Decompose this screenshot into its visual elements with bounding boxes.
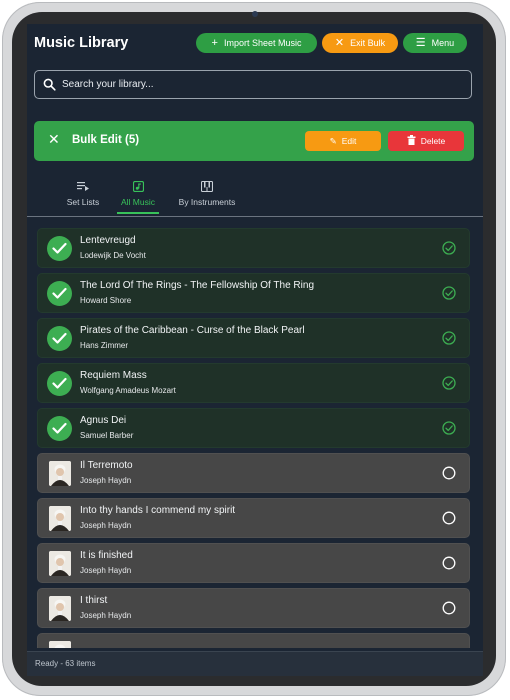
camera-dot xyxy=(252,11,258,17)
tab-by-instruments[interactable]: By Instruments xyxy=(173,171,241,217)
pencil-icon: ✎ xyxy=(329,135,337,146)
composer-portrait xyxy=(49,551,71,576)
active-tab-indicator xyxy=(117,212,159,214)
item-title: Agnus Dei xyxy=(80,415,127,426)
hamburger-icon: ☰ xyxy=(415,36,426,49)
edit-button[interactable]: ✎ Edit xyxy=(305,131,381,151)
checked-circle-icon[interactable] xyxy=(442,286,456,300)
exit-label: Exit Bulk xyxy=(350,38,386,48)
item-composer: Joseph Haydn xyxy=(80,476,132,485)
search-input[interactable]: Search your library... xyxy=(34,70,472,99)
selected-check-icon xyxy=(47,236,72,261)
menu-label: Menu xyxy=(431,38,455,48)
menu-button[interactable]: ☰ Menu xyxy=(403,33,467,53)
item-composer: Samuel Barber xyxy=(80,431,134,440)
list-item[interactable]: Pirates of the Caribbean - Curse of the … xyxy=(37,318,470,358)
tab-label: Set Lists xyxy=(66,197,100,207)
unchecked-circle-icon[interactable] xyxy=(442,511,456,525)
checked-circle-icon[interactable] xyxy=(442,241,456,255)
import-label: Import Sheet Music xyxy=(223,38,302,48)
status-bar: Ready - 63 items xyxy=(27,651,483,676)
item-composer: Wolfgang Amadeus Mozart xyxy=(80,386,176,395)
list-item[interactable]: Agnus Dei Samuel Barber xyxy=(37,408,470,448)
plus-icon: + xyxy=(211,36,218,49)
unchecked-circle-icon[interactable] xyxy=(442,556,456,570)
trash-icon xyxy=(407,135,416,147)
music-note-icon xyxy=(115,181,161,193)
item-composer: Joseph Haydn xyxy=(80,566,132,575)
selected-check-icon xyxy=(47,371,72,396)
app-screen: Music Library + Import Sheet Music ✕ Exi… xyxy=(27,24,483,676)
bulk-edit-title: Bulk Edit (5) xyxy=(72,134,140,146)
close-bulk-icon[interactable]: ✕ xyxy=(48,132,60,146)
composer-portrait xyxy=(49,641,71,648)
item-composer: Lodewijk De Vocht xyxy=(80,251,146,260)
list-item[interactable]: Into thy hands I commend my spirit Josep… xyxy=(37,498,470,538)
list-item[interactable]: It is finished Joseph Haydn xyxy=(37,543,470,583)
composer-portrait xyxy=(49,596,71,621)
checked-circle-icon[interactable] xyxy=(442,331,456,345)
list-item[interactable]: Requiem Mass Wolfgang Amadeus Mozart xyxy=(37,363,470,403)
music-list: Lentevreugd Lodewijk De Vocht The Lord O… xyxy=(27,218,483,648)
list-item[interactable]: I thirst Joseph Haydn xyxy=(37,588,470,628)
tab-all-music[interactable]: All Music xyxy=(115,171,161,217)
item-title: Pirates of the Caribbean - Curse of the … xyxy=(80,325,305,336)
status-text: Ready - 63 items xyxy=(35,659,96,668)
tab-label: By Instruments xyxy=(178,197,236,207)
exit-bulk-button[interactable]: ✕ Exit Bulk xyxy=(322,33,398,53)
list-item[interactable]: Il Terremoto Joseph Haydn xyxy=(37,453,470,493)
app-title: Music Library xyxy=(34,35,129,51)
selected-check-icon xyxy=(47,281,72,306)
item-composer: Hans Zimmer xyxy=(80,341,129,350)
unchecked-circle-icon[interactable] xyxy=(442,466,456,480)
unchecked-circle-icon[interactable] xyxy=(442,601,456,615)
item-title: Requiem Mass xyxy=(80,370,147,381)
edit-label: Edit xyxy=(341,136,357,146)
view-tabs: Set Lists All Music By Instruments xyxy=(27,171,483,217)
composer-portrait xyxy=(49,506,71,531)
composer-portrait xyxy=(49,461,71,486)
item-title: Lentevreugd xyxy=(80,235,136,246)
selected-check-icon xyxy=(47,326,72,351)
list-item[interactable]: The Lord Of The Rings - The Fellowship O… xyxy=(37,273,470,313)
bulk-edit-bar: ✕ Bulk Edit (5) ✎ Edit Delete xyxy=(34,121,474,161)
piano-icon xyxy=(173,181,241,193)
item-title: It is finished xyxy=(80,550,133,561)
tab-set-lists[interactable]: Set Lists xyxy=(60,171,106,217)
import-sheet-music-button[interactable]: + Import Sheet Music xyxy=(196,33,317,53)
selected-check-icon xyxy=(47,416,72,441)
item-composer: Howard Shore xyxy=(80,296,132,305)
list-item[interactable]: Lentevreugd Lodewijk De Vocht xyxy=(37,228,470,268)
app-header: Music Library + Import Sheet Music ✕ Exi… xyxy=(27,24,483,64)
item-title: I thirst xyxy=(80,595,108,606)
delete-button[interactable]: Delete xyxy=(388,131,464,151)
checked-circle-icon[interactable] xyxy=(442,376,456,390)
item-title: Into thy hands I commend my spirit xyxy=(80,505,236,516)
checked-circle-icon[interactable] xyxy=(442,421,456,435)
close-icon: ✕ xyxy=(334,36,345,49)
search-icon xyxy=(43,78,56,96)
tab-label: All Music xyxy=(120,197,155,207)
delete-label: Delete xyxy=(420,136,446,146)
item-title: The Lord Of The Rings - The Fellowship O… xyxy=(80,280,314,291)
item-composer: Joseph Haydn xyxy=(80,521,132,530)
item-composer: Joseph Haydn xyxy=(80,611,132,620)
playlist-icon xyxy=(60,181,106,193)
item-title: Il Terremoto xyxy=(80,460,133,471)
list-item[interactable] xyxy=(37,633,470,648)
search-placeholder: Search your library... xyxy=(62,79,154,90)
